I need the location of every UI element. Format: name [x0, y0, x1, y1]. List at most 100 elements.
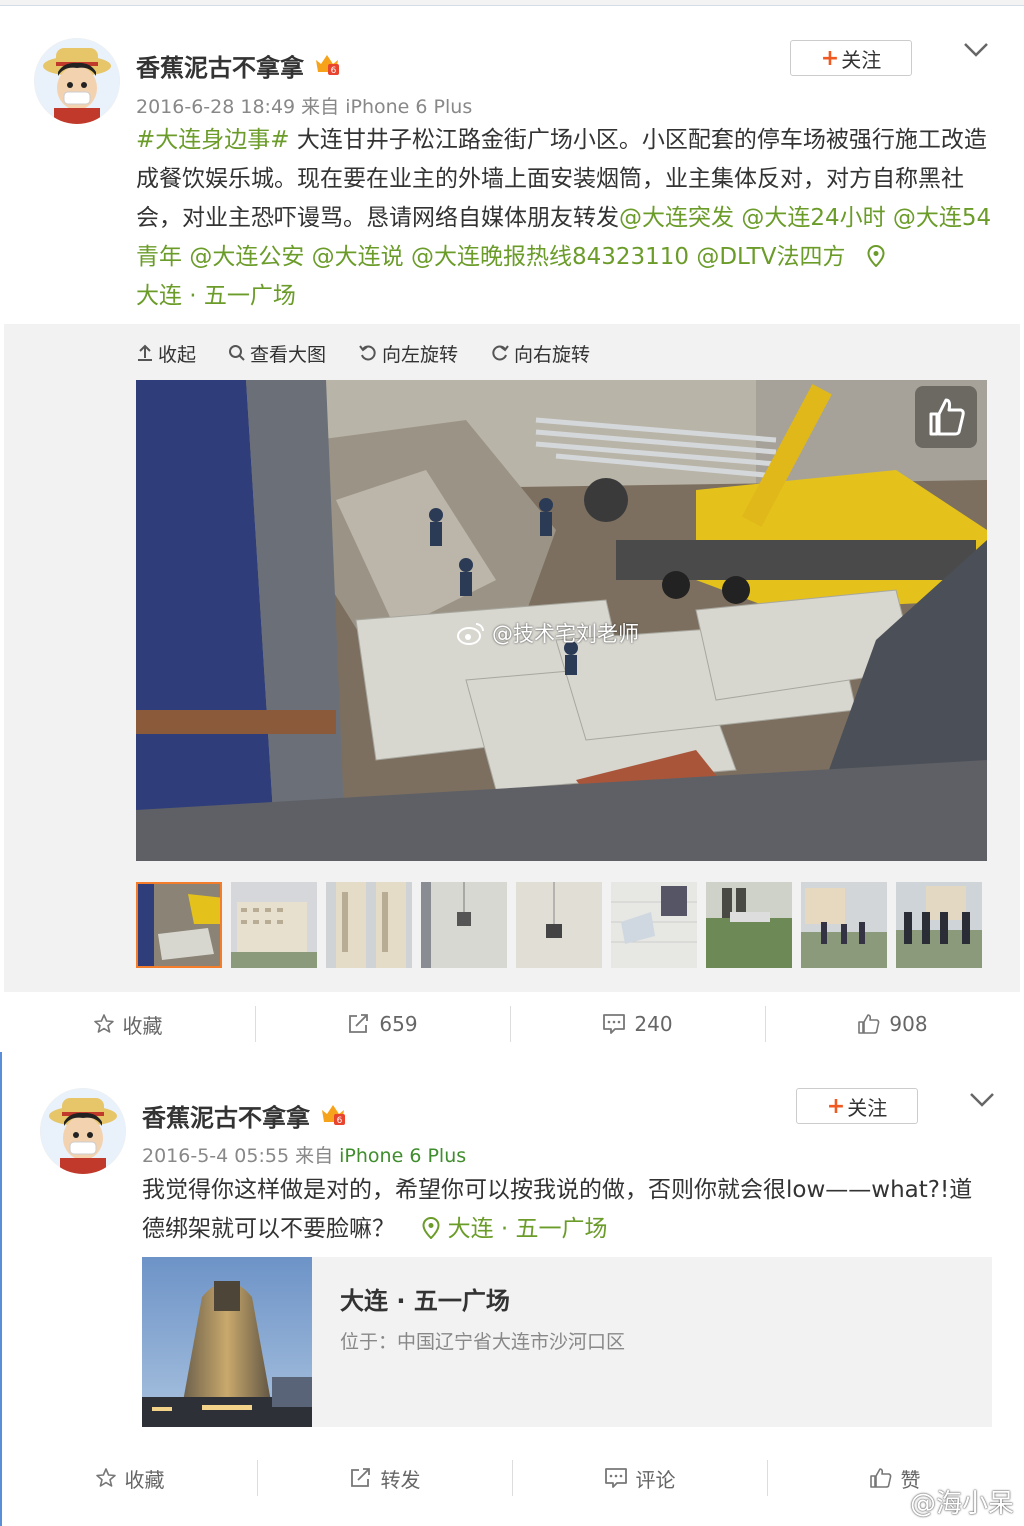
thumbnail[interactable]: [231, 882, 317, 968]
rotate-right-label: 向右旋转: [514, 343, 591, 366]
post-meta: 2016-5-4 05:55 来自 iPhone 6 Plus: [142, 1141, 466, 1168]
location-name[interactable]: 大连 · 五一广场: [136, 283, 296, 309]
rotate-right-button[interactable]: 向右旋转: [490, 340, 590, 367]
location-card-address: 位于：中国辽宁省大连市沙河口区: [340, 1331, 626, 1353]
plus-icon: +: [820, 45, 840, 71]
image-watermark: @技术宅刘老师: [456, 618, 639, 648]
like-count: 908: [889, 1012, 928, 1036]
avatar[interactable]: [34, 38, 120, 124]
thumbnail[interactable]: [801, 882, 887, 968]
comment-button[interactable]: 240: [510, 996, 765, 1052]
comment-count: 240: [634, 1012, 673, 1036]
comment-label: 评论: [635, 1467, 676, 1492]
location-name: 大连 · 五一广场: [447, 1216, 608, 1242]
svg-text:6: 6: [337, 1116, 343, 1126]
repost-icon: [349, 1014, 369, 1033]
post-source[interactable]: iPhone 6 Plus: [339, 1145, 466, 1167]
thumbs-up-icon: [858, 1014, 880, 1034]
favorite-button[interactable]: 收藏: [2, 1450, 257, 1506]
view-large-label: 查看大图: [250, 343, 327, 366]
follow-label: 关注: [847, 1095, 888, 1120]
follow-button[interactable]: + 关注: [790, 40, 912, 76]
post-source: iPhone 6 Plus: [345, 96, 473, 118]
favorite-label: 收藏: [124, 1467, 165, 1492]
thumbnail[interactable]: [896, 882, 982, 968]
post-actions: 收藏 659 240 908: [0, 996, 1020, 1052]
repost-count: 659: [379, 1012, 418, 1036]
post-text: 我觉得你这样做是对的，希望你可以按我说的做，否则你就会很low——what?!道…: [142, 1171, 994, 1249]
comment-icon: [604, 1468, 627, 1488]
location-link[interactable]: [867, 244, 885, 270]
weibo-logo-icon: [870, 1489, 903, 1515]
mention-link[interactable]: @DLTV法四方: [696, 244, 845, 270]
mention-link[interactable]: @大连24小时: [741, 205, 885, 231]
repost-button[interactable]: 659: [255, 996, 510, 1052]
chevron-down-icon[interactable]: [962, 40, 990, 60]
magnifier-icon: [229, 345, 245, 361]
location-pin-icon: [422, 1216, 440, 1240]
weibo-logo-icon: [457, 623, 484, 645]
collapse-up-icon: [138, 344, 152, 361]
favorite-button[interactable]: 收藏: [0, 996, 255, 1052]
collapse-label: 收起: [158, 343, 197, 366]
plus-icon: +: [826, 1093, 846, 1119]
favorite-label: 收藏: [122, 1013, 163, 1038]
rotate-left-icon: [359, 345, 376, 361]
post-time[interactable]: 2016-5-4 05:55: [142, 1145, 289, 1167]
repost-label: 转发: [380, 1467, 421, 1492]
mention-link[interactable]: @大连公安: [189, 244, 304, 270]
weibo-post-1: 香蕉泥古不拿拿 6 + 关注 2016-6-28 18:49 来自 iPhone…: [0, 0, 1024, 1052]
location-card-title: 大连 · 五一广场: [340, 1287, 510, 1315]
post-meta: 2016-6-28 18:49 来自 iPhone 6 Plus: [136, 92, 472, 119]
thumbnail[interactable]: [516, 882, 602, 968]
star-icon: [93, 1014, 114, 1033]
weibo-post-2: 香蕉泥古不拿拿 6 + 关注 2016-5-4 05:55 来自 iPhone …: [0, 1052, 1024, 1526]
site-watermark: @海小呆: [870, 1483, 1014, 1520]
image-gallery: 收起 查看大图 向左旋转 向右旋转 @技术宅刘老师: [4, 324, 1020, 992]
follow-button[interactable]: + 关注: [796, 1088, 918, 1124]
collapse-button[interactable]: 收起: [136, 340, 196, 367]
post-time[interactable]: 2016-6-28 18:49: [136, 96, 295, 118]
like-button[interactable]: 908: [765, 996, 1020, 1052]
post-from: 来自: [301, 96, 340, 118]
rotate-right-icon: [492, 345, 509, 361]
star-icon: [95, 1468, 116, 1487]
post-from: 来自: [295, 1145, 334, 1167]
thumbnail[interactable]: [136, 882, 222, 968]
username[interactable]: 香蕉泥古不拿拿: [136, 48, 304, 83]
rotate-left-label: 向左旋转: [382, 343, 459, 366]
thumbnail[interactable]: [326, 882, 412, 968]
mention-link[interactable]: @大连突发: [619, 205, 734, 231]
location-link[interactable]: 大连 · 五一广场: [422, 1216, 608, 1242]
follow-label: 关注: [841, 47, 882, 72]
watermark-text: @海小呆: [909, 1489, 1014, 1519]
comment-button[interactable]: 评论: [512, 1450, 767, 1506]
vip-crown-icon[interactable]: 6: [320, 1102, 346, 1126]
mention-link[interactable]: @大连晚报热线84323110: [411, 244, 689, 270]
repost-icon: [350, 1468, 370, 1487]
thumbnail[interactable]: [706, 882, 792, 968]
location-pin-icon: [867, 244, 885, 268]
mention-link[interactable]: @大连说: [312, 244, 404, 270]
view-large-button[interactable]: 查看大图: [228, 340, 326, 367]
like-overlay-button[interactable]: [915, 386, 977, 448]
thumbnail-strip: [136, 882, 982, 968]
topic-link[interactable]: #大连身边事#: [136, 127, 290, 153]
rotate-left-button[interactable]: 向左旋转: [358, 340, 458, 367]
repost-button[interactable]: 转发: [257, 1450, 512, 1506]
thumbs-up-icon: [929, 398, 965, 436]
comment-icon: [603, 1014, 626, 1034]
image-watermark-text: @技术宅刘老师: [492, 622, 639, 646]
vip-crown-icon[interactable]: 6: [314, 52, 340, 76]
svg-text:6: 6: [331, 66, 337, 76]
post-text: #大连身边事# 大连甘井子松江路金街广场小区。小区配套的停车场被强行施工改造成餐…: [136, 121, 992, 316]
thumbnail[interactable]: [421, 882, 507, 968]
location-photo: [142, 1257, 312, 1427]
main-photo[interactable]: @技术宅刘老师: [136, 380, 987, 861]
username[interactable]: 香蕉泥古不拿拿: [142, 1098, 310, 1133]
location-card[interactable]: 大连 · 五一广场 位于：中国辽宁省大连市沙河口区: [142, 1257, 992, 1427]
gallery-toolbar: 收起 查看大图 向左旋转 向右旋转: [136, 340, 590, 366]
avatar[interactable]: [40, 1088, 126, 1174]
chevron-down-icon[interactable]: [968, 1090, 996, 1110]
thumbnail[interactable]: [611, 882, 697, 968]
